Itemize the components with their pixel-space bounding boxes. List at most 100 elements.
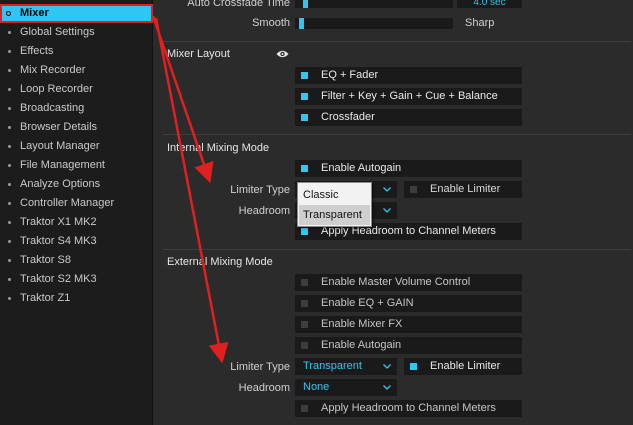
option-label: Enable Limiter xyxy=(430,183,501,195)
option-label: Filter + Key + Gain + Cue + Balance xyxy=(321,90,498,102)
sidebar-item-file-management[interactable]: File Management xyxy=(0,156,153,175)
sidebar-item-traktor-x1-mk2[interactable]: Traktor X1 MK2 xyxy=(0,213,153,232)
external-limiter-type-dropdown[interactable]: Transparent xyxy=(295,358,397,375)
section-divider xyxy=(163,134,631,135)
bullet-icon xyxy=(8,126,11,129)
bullet-icon xyxy=(8,145,11,148)
external-apply-headroom[interactable]: Apply Headroom to Channel Meters xyxy=(295,400,522,417)
sidebar-item-browser-details[interactable]: Browser Details xyxy=(0,118,153,137)
external-enable-master-volume[interactable]: Enable Master Volume Control xyxy=(295,274,522,291)
external-limiter-type-label: Limiter Type xyxy=(230,361,290,373)
internal-mixing-mode-title: Internal Mixing Mode xyxy=(167,142,270,154)
option-label: Enable Master Volume Control xyxy=(321,276,471,288)
section-divider xyxy=(163,41,631,42)
chevron-down-icon xyxy=(383,202,391,213)
sidebar-item-traktor-s8[interactable]: Traktor S8 xyxy=(0,251,153,270)
option-label: Enable Autogain xyxy=(321,339,402,351)
bullet-icon xyxy=(8,164,11,167)
external-enable-eq-gain[interactable]: Enable EQ + GAIN xyxy=(295,295,522,312)
sidebar-item-label: Traktor S2 MK3 xyxy=(20,273,97,285)
eq-fader-option[interactable]: EQ + Fader xyxy=(295,67,522,84)
bullet-icon xyxy=(8,69,11,72)
sidebar-item-label: Browser Details xyxy=(20,121,98,133)
mixer-settings-panel: Auto Crossfade Time 4.0 sec Smooth Sharp… xyxy=(153,0,633,425)
checkbox-unchecked[interactable] xyxy=(301,342,308,349)
checkbox-checked[interactable] xyxy=(410,363,417,370)
internal-limiter-type-label: Limiter Type xyxy=(230,184,290,196)
sidebar-item-label: Broadcasting xyxy=(20,102,85,114)
popup-option-transparent[interactable]: Transparent xyxy=(299,205,370,225)
sidebar-item-label: Traktor Z1 xyxy=(20,292,71,304)
option-label: Enable EQ + GAIN xyxy=(321,297,414,309)
auto-crossfade-time-slider[interactable] xyxy=(295,0,453,8)
option-label: Enable Limiter xyxy=(430,360,501,372)
sidebar-item-effects[interactable]: Effects xyxy=(0,42,153,61)
external-enable-mixer-fx[interactable]: Enable Mixer FX xyxy=(295,316,522,333)
checkbox-unchecked[interactable] xyxy=(301,279,308,286)
sidebar-item-label: Traktor X1 MK2 xyxy=(20,216,97,228)
sharp-label: Sharp xyxy=(465,17,495,29)
checkbox-unchecked[interactable] xyxy=(301,321,308,328)
checkbox-checked[interactable] xyxy=(301,165,308,172)
limiter-type-popup: Classic Transparent xyxy=(297,182,372,227)
bullet-icon xyxy=(8,107,11,110)
crossfader-option[interactable]: Crossfader xyxy=(295,109,522,126)
bullet-icon xyxy=(8,259,11,262)
internal-enable-autogain[interactable]: Enable Autogain xyxy=(295,160,522,177)
chevron-down-icon xyxy=(383,358,391,369)
crossfade-curve-slider[interactable] xyxy=(295,18,453,29)
bullet-icon xyxy=(8,50,11,53)
sidebar-item-label: Mixer xyxy=(20,7,49,19)
external-enable-limiter[interactable]: Enable Limiter xyxy=(404,358,522,375)
sidebar-item-mix-recorder[interactable]: Mix Recorder xyxy=(0,61,153,80)
slider-thumb[interactable] xyxy=(303,0,308,8)
internal-enable-limiter[interactable]: Enable Limiter xyxy=(404,181,522,198)
sidebar-item-controller-manager[interactable]: Controller Manager xyxy=(0,194,153,213)
sidebar-item-loop-recorder[interactable]: Loop Recorder xyxy=(0,80,153,99)
sidebar-item-label: Traktor S4 MK3 xyxy=(20,235,97,247)
settings-sidebar: Mixer Global Settings Effects Mix Record… xyxy=(0,0,153,425)
auto-crossfade-time-label: Auto Crossfade Time xyxy=(187,0,290,9)
checkbox-checked[interactable] xyxy=(301,228,308,235)
filter-key-gain-option[interactable]: Filter + Key + Gain + Cue + Balance xyxy=(295,88,522,105)
external-mixing-mode-title: External Mixing Mode xyxy=(167,256,273,268)
sidebar-item-broadcasting[interactable]: Broadcasting xyxy=(0,99,153,118)
slider-thumb[interactable] xyxy=(299,18,304,29)
sidebar-item-label: Effects xyxy=(20,45,54,57)
popup-option-classic[interactable]: Classic xyxy=(299,185,370,205)
smooth-label: Smooth xyxy=(252,17,290,29)
bullet-icon xyxy=(8,183,11,186)
sidebar-item-traktor-s2-mk3[interactable]: Traktor S2 MK3 xyxy=(0,270,153,289)
checkbox-checked[interactable] xyxy=(301,93,308,100)
sidebar-item-label: Controller Manager xyxy=(20,197,115,209)
option-label: Apply Headroom to Channel Meters xyxy=(321,402,496,414)
sidebar-item-label: Mix Recorder xyxy=(20,64,86,76)
sidebar-item-label: Global Settings xyxy=(20,26,95,38)
internal-headroom-label: Headroom xyxy=(238,205,290,217)
bullet-icon xyxy=(8,278,11,281)
sidebar-item-traktor-z1[interactable]: Traktor Z1 xyxy=(0,289,153,308)
sidebar-item-label: Traktor S8 xyxy=(20,254,71,266)
option-label: Crossfader xyxy=(321,111,375,123)
checkbox-unchecked[interactable] xyxy=(301,405,308,412)
bullet-icon xyxy=(8,202,11,205)
option-label: EQ + Fader xyxy=(321,69,379,81)
chevron-down-icon xyxy=(383,379,391,390)
bullet-icon xyxy=(8,88,11,91)
sidebar-item-traktor-s4-mk3[interactable]: Traktor S4 MK3 xyxy=(0,232,153,251)
external-enable-autogain[interactable]: Enable Autogain xyxy=(295,337,522,354)
sidebar-item-global-settings[interactable]: Global Settings xyxy=(0,23,153,42)
sidebar-item-mixer[interactable]: Mixer xyxy=(0,4,153,23)
chevron-down-icon xyxy=(383,181,391,192)
checkbox-checked[interactable] xyxy=(301,114,308,121)
sidebar-item-analyze-options[interactable]: Analyze Options xyxy=(0,175,153,194)
external-headroom-dropdown[interactable]: None xyxy=(295,379,397,396)
checkbox-unchecked[interactable] xyxy=(301,300,308,307)
auto-crossfade-time-value[interactable]: 4.0 sec xyxy=(457,0,522,8)
checkbox-checked[interactable] xyxy=(301,72,308,79)
eye-icon[interactable] xyxy=(276,49,289,59)
sidebar-item-layout-manager[interactable]: Layout Manager xyxy=(0,137,153,156)
checkbox-unchecked[interactable] xyxy=(410,186,417,193)
dropdown-value: Transparent xyxy=(303,360,362,372)
sidebar-item-label: File Management xyxy=(20,159,105,171)
